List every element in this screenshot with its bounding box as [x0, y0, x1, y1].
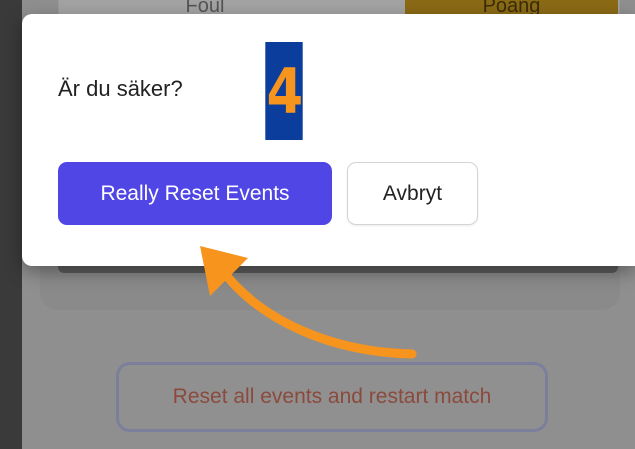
- pointer-arrow-icon: [200, 246, 417, 359]
